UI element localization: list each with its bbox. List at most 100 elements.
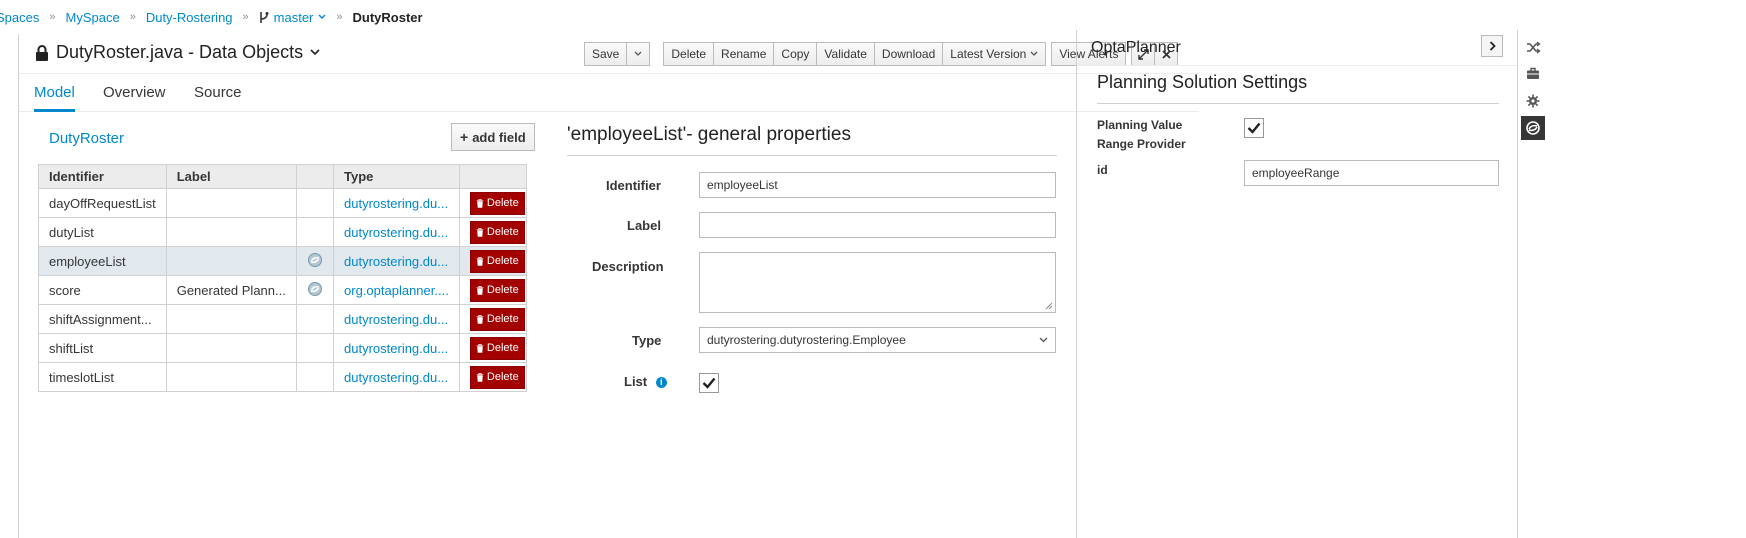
fields-table: Identifier Label Type dayOffRequestList d… <box>38 164 528 392</box>
column-header-label[interactable]: Label <box>165 164 297 189</box>
id-field[interactable]: employeeRange <box>1244 160 1499 186</box>
shuffle-icon[interactable] <box>1521 35 1545 59</box>
briefcase-icon[interactable] <box>1521 61 1545 85</box>
table-row[interactable]: dutyList dutyrostering.du... Delete <box>38 217 528 247</box>
optaplanner-icon[interactable] <box>1521 116 1545 140</box>
cell-label: Generated Plann... <box>165 275 297 305</box>
editor-tabs: Model Overview Source <box>19 74 1199 112</box>
value-range-provider-label-line2: Range Provider <box>1097 137 1186 151</box>
branch-icon <box>259 11 269 23</box>
gear-icon[interactable] <box>1521 89 1545 113</box>
breadcrumb-myspace[interactable]: MySpace <box>66 10 120 25</box>
download-button[interactable]: Download <box>873 42 944 66</box>
trash-icon <box>476 343 484 353</box>
column-header-type[interactable]: Type <box>333 164 460 189</box>
editor-title[interactable]: DutyRoster.java - Data Objects <box>35 42 320 63</box>
type-label: Type <box>632 333 662 348</box>
save-button[interactable]: Save <box>584 42 628 66</box>
table-row[interactable]: shiftAssignment... dutyrostering.du... Del… <box>38 304 528 334</box>
optaplanner-icon <box>307 281 322 296</box>
cell-label <box>165 188 297 218</box>
delete-field-label: Delete <box>486 342 519 354</box>
delete-field-button[interactable]: Delete <box>469 336 525 360</box>
trash-icon <box>476 285 484 295</box>
cell-actions: Delete <box>458 217 528 247</box>
cell-type[interactable]: dutyrostering.du... <box>333 304 460 334</box>
table-row[interactable]: dayOffRequestList dutyrostering.du... Dele… <box>38 188 528 218</box>
chevron-down-icon <box>318 14 326 19</box>
data-object-editor: DutyRoster.java - Data Objects Save Dele… <box>18 34 1199 538</box>
delete-field-button[interactable]: Delete <box>469 249 525 273</box>
table-row[interactable]: shiftList dutyrostering.du... Delete <box>38 333 528 363</box>
data-object-name: DutyRoster <box>49 130 125 147</box>
cell-identifier: dayOffRequestList <box>38 188 167 218</box>
description-field[interactable] <box>699 252 1056 313</box>
cell-planning <box>295 333 335 363</box>
breadcrumb-separator: » <box>129 11 136 23</box>
cell-type[interactable]: dutyrostering.du... <box>333 362 460 392</box>
delete-field-label: Delete <box>486 255 519 267</box>
label-field[interactable] <box>699 212 1056 238</box>
cell-actions: Delete <box>458 275 528 305</box>
rename-button[interactable]: Rename <box>713 42 775 66</box>
delete-field-button[interactable]: Delete <box>469 307 525 331</box>
save-options-button[interactable] <box>626 42 651 66</box>
delete-field-button[interactable]: Delete <box>469 278 525 302</box>
cell-type[interactable]: dutyrostering.du... <box>333 217 460 247</box>
collapse-panel-button[interactable] <box>1481 35 1503 57</box>
properties-title: 'employeeList'- general properties <box>567 124 1057 156</box>
cell-type[interactable]: dutyrostering.du... <box>333 188 460 218</box>
table-row[interactable]: score Generated Plann... org.optaplanner..… <box>38 275 528 305</box>
identifier-field[interactable]: employeeList <box>699 172 1056 198</box>
tab-source[interactable]: Source <box>194 84 242 109</box>
cell-actions: Delete <box>458 333 528 363</box>
delete-field-label: Delete <box>486 284 519 296</box>
list-checkbox[interactable] <box>699 373 719 393</box>
table-row[interactable]: employeeList dutyrostering.du... Delete <box>38 246 528 276</box>
trash-icon <box>476 314 484 324</box>
cell-planning <box>295 246 335 276</box>
branch-selector[interactable]: master <box>259 10 327 25</box>
value-range-provider-checkbox[interactable] <box>1244 118 1264 138</box>
delete-field-label: Delete <box>486 226 519 238</box>
lock-icon <box>36 44 48 61</box>
chevron-down-icon <box>634 51 642 56</box>
chevron-down-icon <box>310 49 320 56</box>
cell-label <box>165 246 297 276</box>
trash-icon <box>476 256 484 266</box>
cell-actions: Delete <box>458 246 528 276</box>
tab-model[interactable]: Model <box>34 84 75 112</box>
column-header-identifier[interactable]: Identifier <box>38 164 167 189</box>
resize-handle-icon <box>1045 302 1053 310</box>
breadcrumb-separator: » <box>336 11 343 23</box>
table-header-row: Identifier Label Type <box>38 164 528 189</box>
trash-icon <box>476 198 484 208</box>
branch-name: master <box>273 9 314 25</box>
list-label-group: List i <box>624 374 667 389</box>
latest-version-dropdown[interactable]: Latest Version <box>942 42 1047 66</box>
delete-field-button[interactable]: Delete <box>469 191 525 215</box>
add-field-label: add field <box>472 129 526 145</box>
type-select[interactable]: dutyrostering.dutyrostering.Employee <box>699 327 1056 353</box>
cell-type[interactable]: dutyrostering.du... <box>333 333 460 363</box>
copy-button[interactable]: Copy <box>773 42 818 66</box>
delete-button[interactable]: Delete <box>663 42 715 66</box>
table-row[interactable]: timeslotList dutyrostering.du... Delete <box>38 362 528 392</box>
cell-type[interactable]: org.optaplanner.... <box>333 275 460 305</box>
id-label: id <box>1097 163 1108 177</box>
breadcrumb-project[interactable]: Duty-Rostering <box>146 10 233 25</box>
description-label: Description <box>592 259 664 274</box>
delete-field-button[interactable]: Delete <box>469 220 525 244</box>
info-icon[interactable]: i <box>655 377 667 389</box>
breadcrumb-spaces[interactable]: Spaces <box>0 10 39 25</box>
editor-titlebar: DutyRoster.java - Data Objects Save Dele… <box>19 34 1199 74</box>
value-range-provider-label-line1: Planning Value <box>1097 118 1183 132</box>
optaplanner-header: OptaPlanner <box>1077 30 1517 66</box>
cell-planning <box>295 275 335 305</box>
latest-version-label: Latest Version <box>950 47 1027 61</box>
validate-button[interactable]: Validate <box>816 42 875 66</box>
add-field-button[interactable]: + add field <box>451 123 535 151</box>
delete-field-button[interactable]: Delete <box>469 365 525 389</box>
cell-type[interactable]: dutyrostering.du... <box>333 246 460 276</box>
tab-overview[interactable]: Overview <box>103 84 166 109</box>
